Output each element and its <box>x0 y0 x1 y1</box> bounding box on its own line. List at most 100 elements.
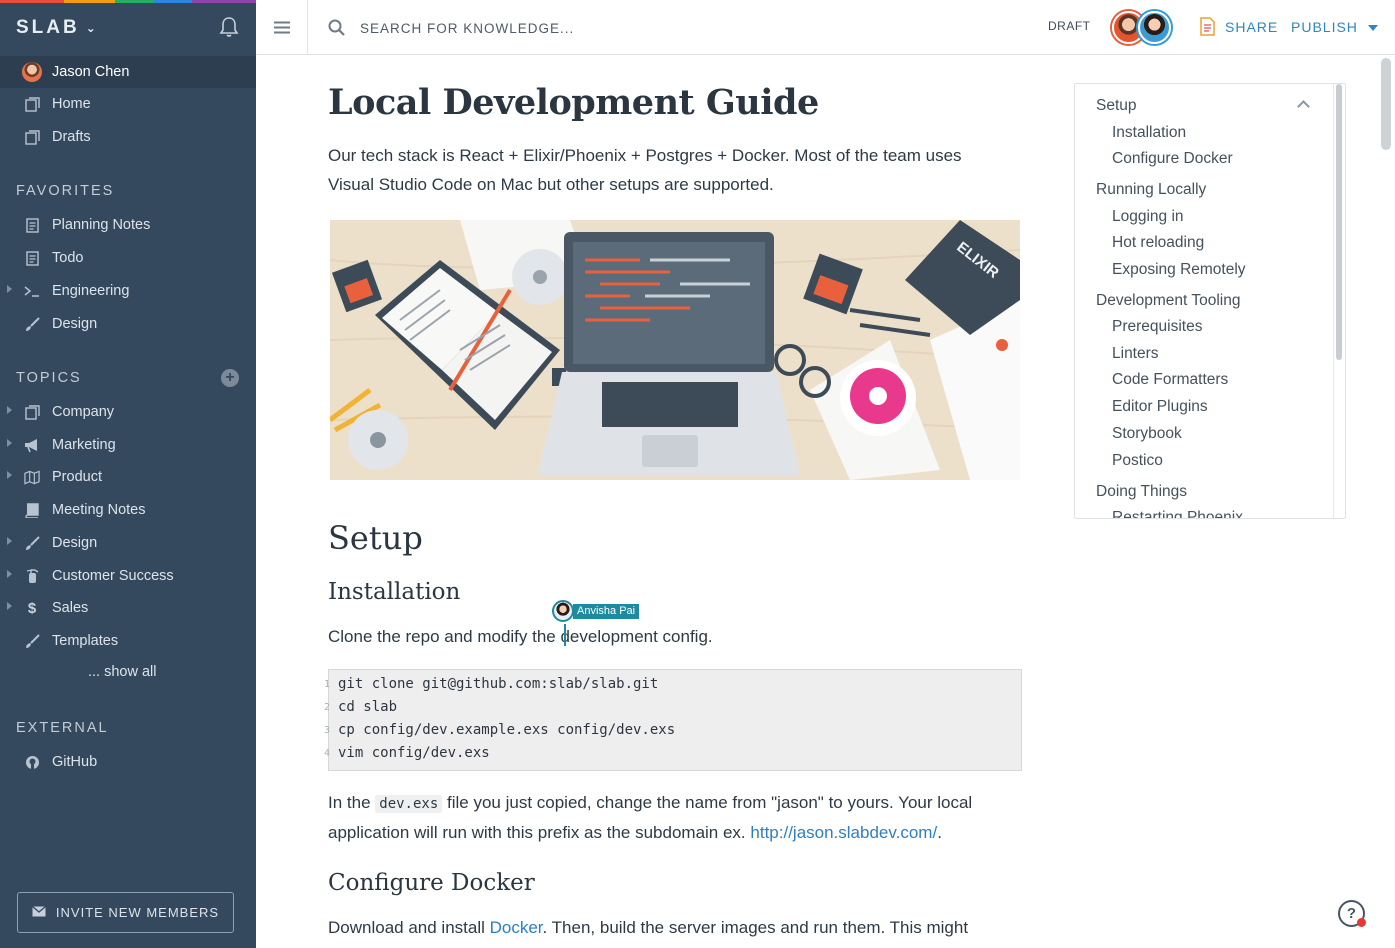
sidebar-item-label: Templates <box>52 633 119 649</box>
pages-icon <box>24 96 40 112</box>
page-scrollbar-thumb[interactable] <box>1381 58 1391 150</box>
toc-item[interactable]: Running Locally <box>1096 181 1206 199</box>
intro-line: Our tech stack is React + Elixir/Phoenix… <box>328 146 962 165</box>
sidebar-item-home[interactable]: Home <box>0 89 256 119</box>
sidebar-item-label: Marketing <box>52 437 116 453</box>
megaphone-icon <box>24 437 40 453</box>
toc-item[interactable]: Linters <box>1112 345 1159 363</box>
caret-down-icon[interactable] <box>1368 25 1378 31</box>
toc-item[interactable]: Exposing Remotely <box>1112 261 1246 279</box>
github-icon <box>24 754 40 770</box>
publish-button[interactable]: PUBLISH <box>1291 19 1358 35</box>
document-icon <box>24 217 40 233</box>
intro-paragraph[interactable]: Our tech stack is React + Elixir/Phoenix… <box>328 142 1018 199</box>
caret-right-icon[interactable] <box>7 285 12 293</box>
sidebar-item-templates[interactable]: Templates <box>0 626 256 656</box>
menu-button[interactable] <box>256 0 308 55</box>
favorites-heading: FAVORITES <box>16 183 115 199</box>
sidebar-item-label: Drafts <box>52 129 91 145</box>
user-name: Jason Chen <box>52 64 130 80</box>
show-all-topics-link[interactable]: ... show all <box>88 664 157 680</box>
sidebar-item-label: Design <box>52 535 98 551</box>
sidebar-item-planning-notes[interactable]: Planning Notes <box>0 210 256 240</box>
brand-stripe <box>0 0 256 3</box>
draft-status: DRAFT <box>1048 19 1091 33</box>
bell-icon[interactable] <box>218 16 240 38</box>
collaborator-tag: Anvisha Pai <box>552 600 640 622</box>
caret-right-icon[interactable] <box>7 570 12 578</box>
caret-right-icon[interactable] <box>7 602 12 610</box>
sidebar-item-design[interactable]: Design <box>0 309 256 339</box>
toc-item[interactable]: Development Tooling <box>1096 292 1240 310</box>
brand-name: SLAB <box>16 17 80 38</box>
add-topic-icon[interactable]: + <box>221 369 239 387</box>
dollar-icon: $ <box>27 599 37 617</box>
share-button[interactable]: SHARE <box>1200 17 1278 36</box>
caret-right-icon[interactable] <box>7 406 12 414</box>
docker-link[interactable]: Docker <box>490 918 543 937</box>
toc-item[interactable]: Code Formatters <box>1112 371 1228 389</box>
notification-dot <box>1357 918 1366 927</box>
code-line: 3 cp config/dev.example.exs config/dev.ex… <box>323 722 676 738</box>
current-user[interactable]: Jason Chen <box>0 56 256 88</box>
invite-members-button[interactable]: INVITE NEW MEMBERS <box>17 892 234 933</box>
sidebar-item-customer-success[interactable]: Customer Success <box>0 561 256 591</box>
chevron-down-icon: ⌄ <box>85 21 96 35</box>
chevron-up-icon[interactable] <box>1297 100 1310 113</box>
sidebar-item-design-topic[interactable]: Design <box>0 528 256 558</box>
collaborator-name: Anvisha Pai <box>573 603 640 619</box>
pages-icon <box>24 129 40 145</box>
sidebar-item-product[interactable]: Product <box>0 462 256 492</box>
caret-right-icon[interactable] <box>7 439 12 447</box>
sidebar-item-company[interactable]: Company <box>0 397 256 427</box>
toc-item[interactable]: Configure Docker <box>1112 150 1233 168</box>
caret-right-icon[interactable] <box>7 537 12 545</box>
toc-scrollbar-thumb[interactable] <box>1336 84 1342 360</box>
brush-icon <box>24 535 40 551</box>
sidebar-item-meeting-notes[interactable]: Meeting Notes <box>0 495 256 525</box>
terminal-icon <box>24 283 40 299</box>
sidebar-item-label: Design <box>52 316 98 332</box>
toc-item[interactable]: Installation <box>1112 124 1186 142</box>
share-label: SHARE <box>1225 18 1279 35</box>
hamburger-icon <box>273 21 290 34</box>
search-input[interactable] <box>360 17 780 39</box>
page-title[interactable]: Local Development Guide <box>328 82 819 123</box>
invite-label: INVITE NEW MEMBERS <box>55 905 220 920</box>
sidebar-item-sales[interactable]: $ Sales <box>0 593 256 623</box>
sidebar-item-todo[interactable]: Todo <box>0 243 256 273</box>
toc-item[interactable]: Prerequisites <box>1112 318 1202 336</box>
sidebar-item-drafts[interactable]: Drafts <box>0 122 256 152</box>
subdomain-link[interactable]: http://jason.slabdev.com/ <box>750 823 937 842</box>
sidebar-item-label: Product <box>52 469 102 485</box>
toc-item[interactable]: Doing Things <box>1096 483 1187 501</box>
extinguisher-icon <box>24 568 40 584</box>
heading-configure-docker[interactable]: Configure Docker <box>328 870 535 896</box>
toc-item[interactable]: Logging in <box>1112 208 1184 226</box>
toc-item[interactable]: Setup <box>1096 97 1137 115</box>
share-doc-icon <box>1200 17 1215 36</box>
toc-item[interactable]: Editor Plugins <box>1112 398 1208 416</box>
code-line: 1 git clone git@github.com:slab/slab.git <box>323 676 659 692</box>
code-block[interactable]: 1 git clone git@github.com:slab/slab.git … <box>323 669 1022 771</box>
config-paragraph[interactable]: In the dev.exs file you just copied, cha… <box>328 789 1018 847</box>
toc-item[interactable]: Postico <box>1112 452 1163 470</box>
toc-item[interactable]: Hot reloading <box>1112 234 1204 252</box>
envelope-icon <box>31 905 46 920</box>
installation-paragraph[interactable]: Clone the repo and modify the developmen… <box>328 623 1018 652</box>
heading-installation[interactable]: Installation <box>328 579 460 605</box>
docker-paragraph[interactable]: Download and install Docker. Then, build… <box>328 914 1018 943</box>
caret-right-icon[interactable] <box>7 471 12 479</box>
toc-item[interactable]: Storybook <box>1112 425 1182 443</box>
document-icon <box>24 250 40 266</box>
collaborator-cursor <box>564 624 566 646</box>
heading-setup[interactable]: Setup <box>328 519 423 557</box>
workspace-switcher[interactable]: SLAB ⌄ <box>16 16 96 40</box>
sidebar-item-marketing[interactable]: Marketing <box>0 430 256 460</box>
sidebar-item-github[interactable]: GitHub <box>0 747 256 777</box>
sidebar-item-label: Company <box>52 404 115 420</box>
collaborator-avatars[interactable] <box>1112 11 1172 44</box>
sidebar-item-engineering[interactable]: Engineering <box>0 276 256 306</box>
toc-item[interactable]: Restarting Phoenix <box>1112 509 1243 518</box>
avatar <box>1138 11 1171 44</box>
